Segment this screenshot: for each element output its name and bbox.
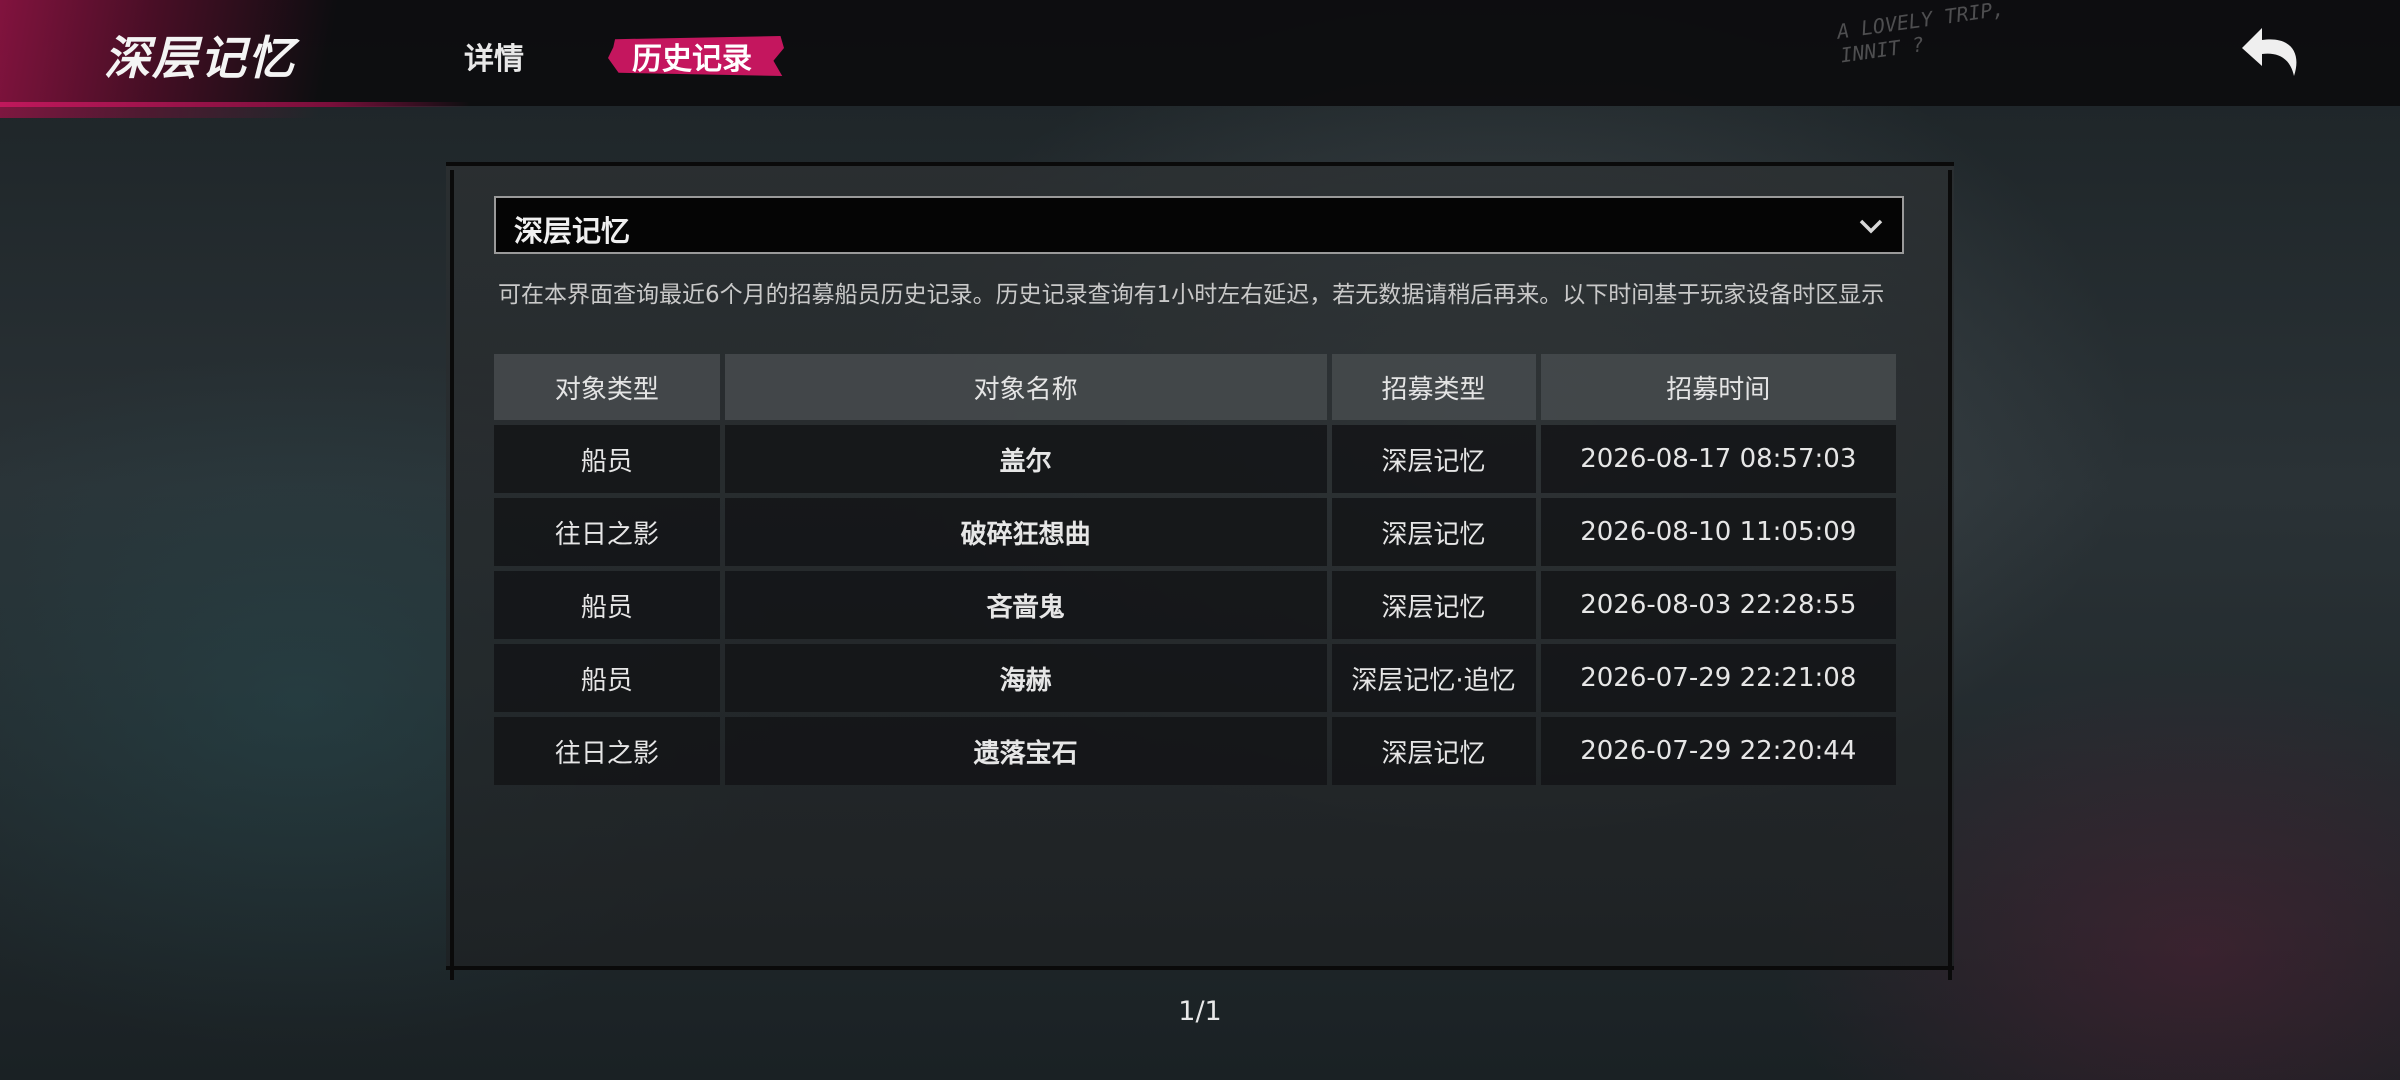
object-type-cell: 船员 [494, 425, 720, 493]
page-indicator: 1/1 [1178, 996, 1222, 1027]
object-type-cell: 船员 [494, 571, 720, 639]
pool-select-value: 深层记忆 [514, 214, 631, 248]
tab-history-label: 历史记录 [632, 42, 752, 77]
column-header: 对象类型 [494, 354, 720, 420]
table-header-row: 对象类型 对象名称 招募类型 招募时间 [494, 354, 1896, 420]
recruit-time-cell: 2026-08-17 08:57:03 [1540, 425, 1896, 493]
top-bar: 深层记忆 详情 历史记录 A LOVELY TRIP, INNIT ? [0, 0, 2400, 118]
back-button[interactable] [2238, 22, 2308, 84]
column-header: 招募时间 [1540, 354, 1896, 420]
recruit-time-cell: 2026-08-03 22:28:55 [1540, 571, 1896, 639]
object-name-cell: 盖尔 [724, 425, 1327, 493]
tab-details[interactable]: 详情 [464, 34, 524, 78]
recruit-time-cell: 2026-07-29 22:20:44 [1540, 717, 1896, 785]
page-title: 深层记忆 [104, 31, 296, 85]
recruit-type-cell: 深层记忆 [1331, 498, 1536, 566]
table-row: 往日之影 破碎狂想曲 深层记忆 2026-08-10 11:05:09 [494, 498, 1896, 566]
object-name-cell: 遗落宝石 [724, 717, 1327, 785]
panel-edge [450, 170, 454, 980]
table-row: 船员 海赫 深层记忆·追忆 2026-07-29 22:21:08 [494, 644, 1896, 712]
recruit-time-cell: 2026-07-29 22:21:08 [1540, 644, 1896, 712]
table-row: 船员 盖尔 深层记忆 2026-08-17 08:57:03 [494, 425, 1896, 493]
column-header: 对象名称 [724, 354, 1327, 420]
chevron-down-icon [1859, 219, 1883, 234]
panel-edge [1948, 170, 1952, 980]
object-name-cell: 海赫 [724, 644, 1327, 712]
decorative-scribble: A LOVELY TRIP, INNIT ? [1835, 0, 2009, 67]
object-name-cell: 破碎狂想曲 [724, 498, 1327, 566]
brand-underline [0, 102, 470, 107]
object-name-cell: 吝啬鬼 [724, 571, 1327, 639]
recruit-type-cell: 深层记忆 [1331, 425, 1536, 493]
table-row: 船员 吝啬鬼 深层记忆 2026-08-03 22:28:55 [494, 571, 1896, 639]
back-arrow-icon [2242, 28, 2297, 76]
tab-history[interactable]: 历史记录 [608, 30, 784, 80]
history-table: 对象类型 对象名称 招募类型 招募时间 船员 盖尔 深层记忆 2026-08-1… [489, 349, 1901, 790]
history-notice: 可在本界面查询最近6个月的招募船员历史记录。历史记录查询有1小时左右延迟，若无数… [498, 282, 1885, 308]
column-header: 招募类型 [1331, 354, 1536, 420]
object-type-cell: 往日之影 [494, 717, 720, 785]
recruit-type-cell: 深层记忆 [1331, 717, 1536, 785]
table-row: 往日之影 遗落宝石 深层记忆 2026-07-29 22:20:44 [494, 717, 1896, 785]
object-type-cell: 船员 [494, 644, 720, 712]
recruit-type-cell: 深层记忆 [1331, 571, 1536, 639]
object-type-cell: 往日之影 [494, 498, 720, 566]
recruit-type-cell: 深层记忆·追忆 [1331, 644, 1536, 712]
recruit-time-cell: 2026-08-10 11:05:09 [1540, 498, 1896, 566]
pool-select-dropdown[interactable]: 深层记忆 [494, 196, 1904, 254]
